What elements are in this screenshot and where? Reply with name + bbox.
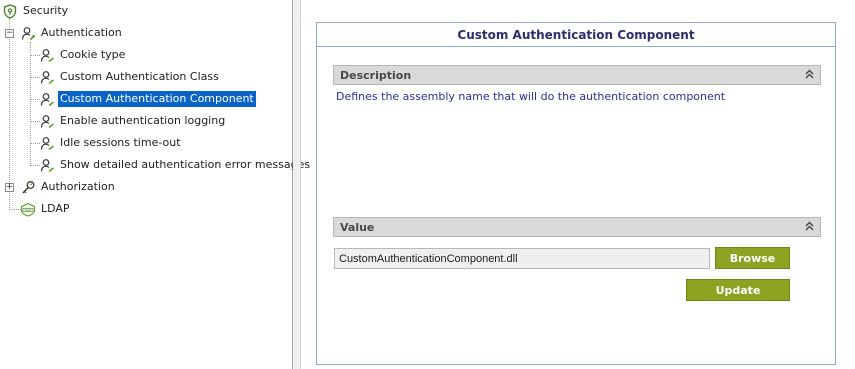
value-section-label: Value [340, 220, 375, 234]
shield-icon [2, 3, 18, 19]
browse-button[interactable]: Browse [715, 247, 790, 269]
pane-splitter[interactable] [293, 0, 301, 369]
tree-node-cookie-type[interactable]: Cookie type [39, 46, 127, 64]
user-setting-icon [39, 113, 55, 129]
tree-node-label-selected: Custom Authentication Component [58, 91, 256, 107]
tree-node-authorization[interactable]: Authorization [20, 178, 117, 196]
tree-node-label: Security [23, 4, 69, 17]
collapse-up-icon[interactable] [805, 69, 814, 82]
user-setting-icon [39, 47, 55, 63]
tree-node-label: Cookie type [60, 48, 126, 61]
assembly-name-input[interactable] [334, 248, 710, 269]
description-section-header[interactable]: Description [333, 65, 821, 85]
tree-node-authentication[interactable]: Authentication [20, 24, 124, 42]
tree-node-show-detailed-authentication-error-messages[interactable]: Show detailed authentication error messa… [39, 156, 312, 174]
user-setting-icon [39, 157, 55, 173]
tree-node-label: Idle sessions time-out [60, 136, 181, 149]
tree-node-label: Enable authentication logging [60, 114, 226, 127]
tree-connector [30, 42, 31, 166]
tree-node-label: Authentication [41, 26, 122, 39]
user-key-icon [20, 25, 36, 41]
update-button[interactable]: Update [686, 279, 790, 301]
tree-node-label: Custom Authentication Class [60, 70, 219, 83]
key-icon [20, 179, 36, 195]
tree-node-label: Show detailed authentication error messa… [60, 158, 311, 171]
expand-expander[interactable]: + [5, 183, 14, 192]
tree-node-label: LDAP [41, 202, 70, 215]
value-section-header[interactable]: Value [333, 217, 821, 237]
detail-panel: Custom Authentication Component Descript… [316, 22, 836, 365]
tree-node-idle-sessions-time-out[interactable]: Idle sessions time-out [39, 134, 183, 152]
tree-node-label: Authorization [41, 180, 115, 193]
panel-title: Custom Authentication Component [317, 23, 835, 47]
tree-node-custom-authentication-class[interactable]: Custom Authentication Class [39, 68, 221, 86]
collapse-expander[interactable]: − [5, 29, 14, 38]
tree-pane: Security − Authentication Cookie type Cu… [0, 0, 310, 369]
collapse-up-icon[interactable] [805, 221, 814, 234]
user-setting-icon [39, 69, 55, 85]
tree-node-security[interactable]: Security [2, 2, 70, 20]
user-setting-icon [39, 135, 55, 151]
description-text: Defines the assembly name that will do t… [336, 90, 726, 103]
ldap-directory-icon [20, 201, 36, 217]
user-setting-icon [39, 91, 55, 107]
description-section-label: Description [340, 68, 412, 82]
tree-node-ldap[interactable]: LDAP [20, 200, 72, 218]
tree-node-custom-authentication-component[interactable]: Custom Authentication Component [39, 90, 256, 108]
tree-node-enable-authentication-logging[interactable]: Enable authentication logging [39, 112, 227, 130]
